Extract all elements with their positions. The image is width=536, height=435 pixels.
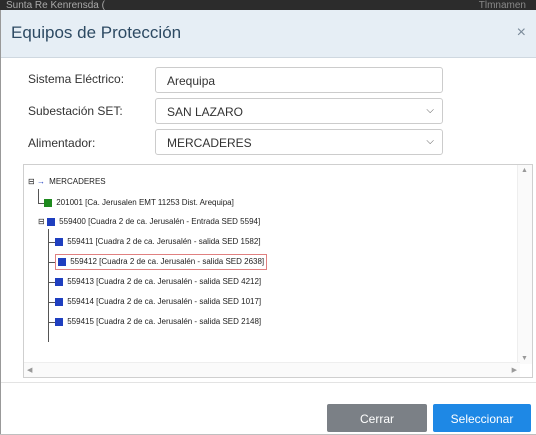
- tree-root-label: MERCADERES: [49, 177, 106, 186]
- sistema-electrico-value: Arequipa: [167, 74, 216, 88]
- tree-node-label: 559414 [Cuadra 2 de ca. Jerusalén - sali…: [67, 297, 262, 306]
- tree-node-label: 559400 [Cuadra 2 de ca. Jerusalén - Entr…: [59, 217, 261, 226]
- protection-equipment-modal: Equipos de Protección × Sistema Eléctric…: [0, 10, 536, 434]
- alimentador-value: MERCADERES: [167, 136, 252, 150]
- device-icon: [55, 317, 63, 326]
- collapse-toggle-icon[interactable]: ⊟: [28, 177, 35, 186]
- tree-node-559414[interactable]: 559414 [Cuadra 2 de ca. Jerusalén - sali…: [55, 295, 261, 309]
- alimentador-label: Alimentador:: [28, 136, 96, 150]
- device-icon: [55, 237, 63, 246]
- sistema-electrico-field[interactable]: Arequipa: [155, 67, 443, 93]
- protection-tree[interactable]: ⊟ → MERCADERES 201001 [Ca. Jerusalen EMT…: [23, 164, 533, 378]
- vertical-scrollbar[interactable]: ▲ ▼: [517, 165, 532, 364]
- scroll-left-icon[interactable]: ◀: [27, 366, 32, 374]
- tree-node-label: 559413 [Cuadra 2 de ca. Jerusalén - sali…: [67, 277, 262, 286]
- tree-node-559400[interactable]: ⊟ 559400 [Cuadra 2 de ca. Jerusalén - En…: [38, 215, 260, 229]
- tree-line: [48, 302, 55, 303]
- scroll-up-icon[interactable]: ▲: [521, 167, 528, 174]
- tree-node-label: 201001 [Ca. Jerusalen EMT 11253 Dist. Ar…: [56, 198, 234, 207]
- subestacion-label: Subestación SET:: [28, 104, 123, 118]
- tree-line: [48, 262, 55, 263]
- tree-node-559413[interactable]: 559413 [Cuadra 2 de ca. Jerusalén - sali…: [55, 275, 261, 289]
- seleccionar-button[interactable]: Seleccionar: [433, 404, 531, 432]
- scroll-right-icon[interactable]: ▶: [512, 366, 517, 374]
- tree-node-label: 559415 [Cuadra 2 de ca. Jerusalén - sali…: [67, 317, 262, 326]
- tree-node-559415[interactable]: 559415 [Cuadra 2 de ca. Jerusalén - sali…: [55, 315, 261, 329]
- subestacion-select[interactable]: SAN LAZARO ⌵: [155, 98, 443, 124]
- alimentador-select[interactable]: MERCADERES ⌵: [155, 129, 443, 155]
- device-icon: [44, 198, 52, 207]
- tree-root-node[interactable]: ⊟ → MERCADERES: [28, 175, 106, 189]
- chevron-down-icon: ⌵: [426, 105, 434, 116]
- tree-line: [38, 189, 39, 204]
- modal-header: Equipos de Protección ×: [1, 10, 536, 58]
- tree-node-559411[interactable]: 559411 [Cuadra 2 de ca. Jerusalén - sali…: [55, 235, 261, 249]
- sistema-electrico-label: Sistema Eléctrico:: [28, 72, 125, 86]
- close-icon[interactable]: ×: [517, 24, 526, 42]
- tree-line: [48, 282, 55, 283]
- tree-node-559412-selected[interactable]: 559412 [Cuadra 2 de ca. Jerusalén - sali…: [55, 254, 268, 270]
- horizontal-scrollbar[interactable]: ◀ ▶: [24, 362, 520, 377]
- device-icon: [55, 277, 63, 286]
- tree-node-label: 559412 [Cuadra 2 de ca. Jerusalén - sali…: [70, 257, 265, 266]
- device-icon: [46, 217, 55, 226]
- device-icon: [55, 297, 63, 306]
- subestacion-value: SAN LAZARO: [167, 105, 244, 119]
- modal-footer: Cerrar Seleccionar: [1, 382, 536, 435]
- network-icon: →: [36, 177, 45, 186]
- cerrar-button[interactable]: Cerrar: [327, 404, 427, 432]
- tree-node-label: 559411 [Cuadra 2 de ca. Jerusalén - sali…: [67, 237, 261, 246]
- collapse-toggle-icon[interactable]: ⊟: [38, 217, 45, 226]
- device-icon: [58, 257, 66, 266]
- tree-node-201001[interactable]: 201001 [Ca. Jerusalen EMT 11253 Dist. Ar…: [44, 196, 234, 210]
- tree-line: [48, 242, 55, 243]
- chevron-down-icon: ⌵: [426, 136, 434, 147]
- scroll-down-icon[interactable]: ▼: [521, 355, 528, 362]
- tree-line: [48, 229, 49, 342]
- tree-line: [48, 322, 55, 323]
- modal-title: Equipos de Protección: [11, 23, 182, 42]
